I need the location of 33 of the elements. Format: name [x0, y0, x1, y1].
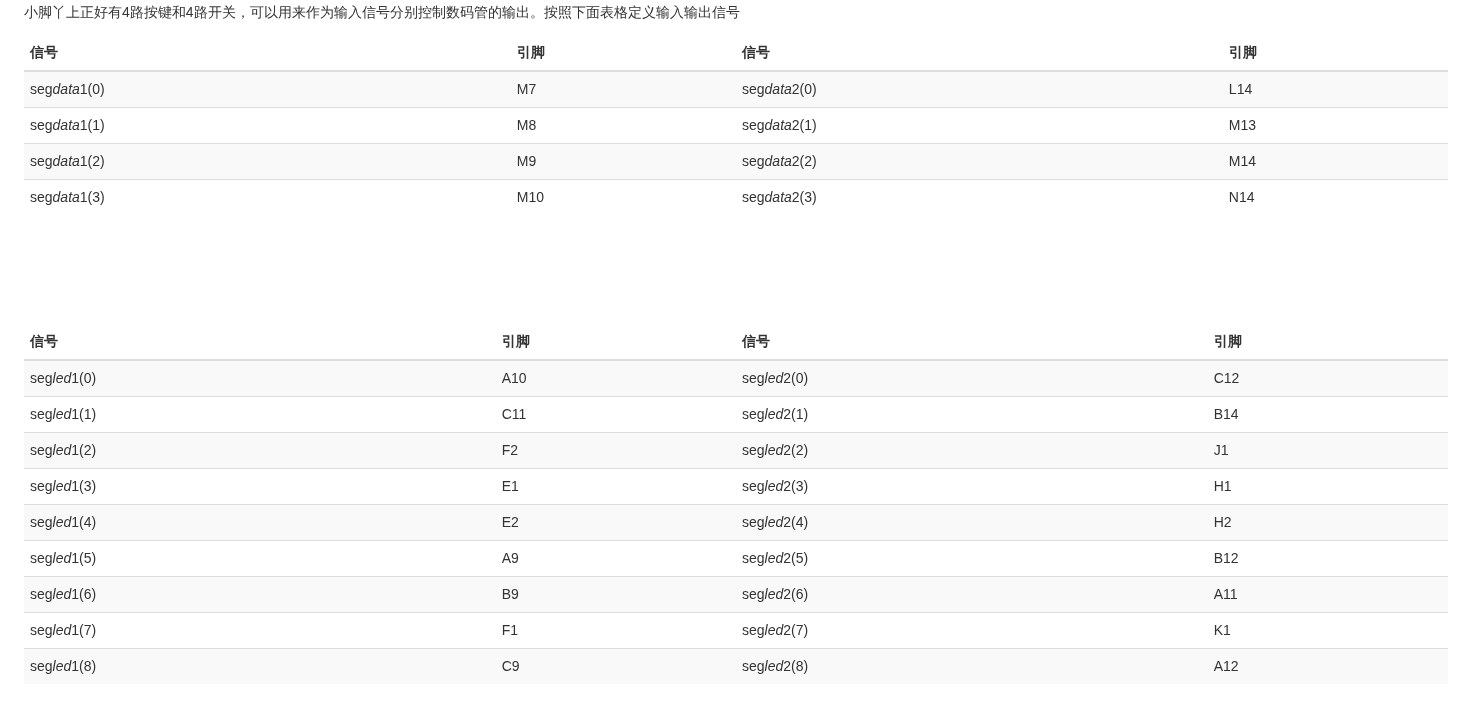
table-cell: H2: [1207, 504, 1448, 541]
table-cell: J1: [1207, 432, 1448, 469]
table-cell: M10: [510, 179, 736, 215]
table-cell: segled2(6): [736, 576, 1208, 613]
table-cell: M7: [510, 71, 736, 108]
table-cell: segled1(8): [24, 648, 496, 684]
table-cell: segled2(2): [736, 432, 1208, 469]
table-cell: E2: [495, 504, 736, 541]
table-cell: segled2(4): [736, 504, 1208, 541]
table-cell: A12: [1207, 648, 1448, 684]
table-cell: N14: [1222, 179, 1448, 215]
table-cell: segdata2(3): [736, 179, 1223, 215]
table-cell: L14: [1222, 71, 1448, 108]
table-cell: segled1(2): [24, 432, 496, 469]
table-cell: M9: [510, 143, 736, 180]
table-cell: B9: [495, 576, 736, 613]
table-cell: segdata1(0): [24, 71, 511, 108]
table-cell: segled2(8): [736, 648, 1208, 684]
table-cell: C12: [1207, 360, 1448, 397]
table-cell: segdata1(3): [24, 179, 511, 215]
table-cell: C9: [495, 648, 736, 684]
table-cell: segled1(0): [24, 360, 496, 397]
table-cell: segdata2(0): [736, 71, 1223, 108]
table-cell: segdata2(2): [736, 143, 1223, 180]
table-cell: A11: [1207, 576, 1448, 613]
table-cell: segdata1(2): [24, 143, 511, 180]
table-cell: A10: [495, 360, 736, 397]
table-cell: segled2(0): [736, 360, 1208, 397]
table-cell: F2: [495, 432, 736, 469]
intro-paragraph: 小脚丫上正好有4路按键和4路开关，可以用来作为输入信号分别控制数码管的输出。按照下面表格定义输入输出信号: [24, 3, 741, 22]
table-cell: segled1(6): [24, 576, 496, 613]
table-cell: M14: [1222, 143, 1448, 180]
table-cell: segled1(4): [24, 504, 496, 541]
